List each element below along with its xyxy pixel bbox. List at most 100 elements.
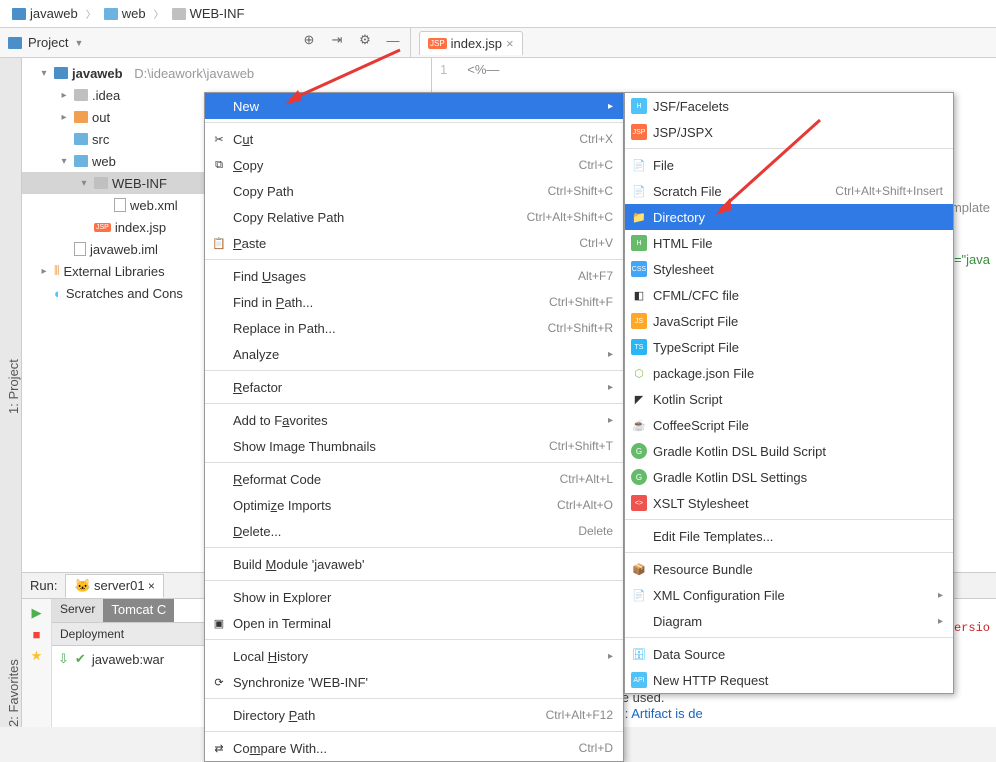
menu-thumbs[interactable]: Show Image ThumbnailsCtrl+Shift+T	[205, 433, 623, 459]
target-icon[interactable]: ⊕	[300, 32, 318, 48]
menu-findpath[interactable]: Find in Path...Ctrl+Shift+F	[205, 289, 623, 315]
menu-dirpath[interactable]: Directory PathCtrl+Alt+F12	[205, 702, 623, 728]
menu-cut[interactable]: ✂CutCtrl+X	[205, 126, 623, 152]
folder-icon	[172, 8, 186, 20]
tree-root[interactable]: ▾javaweb D:\ideawork\javaweb	[22, 62, 431, 84]
submenu-coffee[interactable]: ☕CoffeeScript File	[625, 412, 953, 438]
xml-icon: 📄	[631, 587, 647, 603]
submenu-diagram[interactable]: Diagram▸	[625, 608, 953, 634]
console-err: ersio	[954, 621, 990, 635]
menu-delete[interactable]: Delete...Delete	[205, 518, 623, 544]
coffee-icon: ☕	[631, 417, 647, 433]
submenu-gradle1[interactable]: GGradle Kotlin DSL Build Script	[625, 438, 953, 464]
check-icon: ✔	[75, 651, 86, 667]
jsp-icon: JSP	[631, 124, 647, 140]
run-gutter: ▶ ■ ★	[22, 599, 52, 727]
editor-tab[interactable]: JSP index.jsp ×	[419, 31, 523, 55]
run-config-tab[interactable]: 🐱 server01 ×	[65, 574, 163, 598]
folder-icon: 📁	[631, 209, 647, 225]
rerun-icon[interactable]: ▶	[32, 605, 42, 621]
menu-copyrel[interactable]: Copy Relative PathCtrl+Alt+Shift+C	[205, 204, 623, 230]
submenu-datasrc[interactable]: 🗄Data Source	[625, 641, 953, 667]
api-icon: API	[631, 672, 647, 688]
datasource-icon: 🗄	[631, 646, 647, 662]
menu-new[interactable]: New▸	[205, 93, 623, 119]
submenu-scratch[interactable]: 📄Scratch FileCtrl+Alt+Shift+Insert	[625, 178, 953, 204]
mark-icon[interactable]: ★	[31, 648, 43, 664]
new-submenu: HJSF/Facelets JSPJSP/JSPX 📄File 📄Scratch…	[624, 92, 954, 694]
server-tab[interactable]: Server	[52, 599, 103, 622]
submenu-http[interactable]: APINew HTTP Request	[625, 667, 953, 693]
submenu-ts[interactable]: TSTypeScript File	[625, 334, 953, 360]
menu-copy[interactable]: ⧉CopyCtrl+C	[205, 152, 623, 178]
breadcrumb-web[interactable]: web	[100, 4, 150, 23]
folder-icon	[74, 133, 88, 145]
menu-findusages[interactable]: Find UsagesAlt+F7	[205, 263, 623, 289]
folder-icon	[94, 177, 108, 189]
editor-fragment: mplate	[951, 200, 990, 216]
submenu-edittpl[interactable]: Edit File Templates...	[625, 523, 953, 549]
sync-icon: ⟳	[211, 674, 227, 690]
submenu-directory[interactable]: 📁Directory	[625, 204, 953, 230]
xslt-icon: <>	[631, 495, 647, 511]
gutter-favorites[interactable]: 2: Favorites	[6, 578, 21, 727]
tomcat-tab[interactable]: Tomcat C	[103, 599, 174, 622]
kotlin-icon: ◤	[631, 391, 647, 407]
breadcrumb-sep: 〉	[86, 6, 96, 21]
collapse-icon[interactable]: ⇥	[328, 32, 346, 48]
submenu-xmlcfg[interactable]: 📄XML Configuration File▸	[625, 582, 953, 608]
submenu-resource[interactable]: 📦Resource Bundle	[625, 556, 953, 582]
submenu-html[interactable]: HHTML File	[625, 230, 953, 256]
breadcrumb-webinf[interactable]: WEB-INF	[168, 4, 249, 23]
breadcrumb-bar: javaweb 〉 web 〉 WEB-INF	[0, 0, 996, 28]
submenu-kotlin[interactable]: ◤Kotlin Script	[625, 386, 953, 412]
submenu-jsf[interactable]: HJSF/Facelets	[625, 93, 953, 119]
menu-reformat[interactable]: Reformat CodeCtrl+Alt+L	[205, 466, 623, 492]
stop-icon[interactable]: ■	[33, 627, 41, 642]
submenu-pkg[interactable]: ⬡package.json File	[625, 360, 953, 386]
menu-analyze[interactable]: Analyze▸	[205, 341, 623, 367]
tomcat-icon: 🐱	[74, 578, 90, 593]
project-label-text: Project	[28, 35, 68, 50]
left-gutter-bottom[interactable]: 2: Favorites	[0, 572, 22, 727]
menu-addfav[interactable]: Add to Favorites▸	[205, 407, 623, 433]
breadcrumb-sep: 〉	[154, 6, 164, 21]
file-icon: 📄	[631, 157, 647, 173]
scissors-icon: ✂	[211, 131, 227, 147]
menu-copypath[interactable]: Copy PathCtrl+Shift+C	[205, 178, 623, 204]
menu-build[interactable]: Build Module 'javaweb'	[205, 551, 623, 577]
close-tab-icon[interactable]: ×	[506, 36, 514, 51]
minimize-icon[interactable]: —	[384, 33, 402, 48]
menu-replacepath[interactable]: Replace in Path...Ctrl+Shift+R	[205, 315, 623, 341]
module-icon	[54, 67, 68, 79]
breadcrumb-root[interactable]: javaweb	[8, 4, 82, 23]
submenu-cfml[interactable]: ◧CFML/CFC file	[625, 282, 953, 308]
css-icon: CSS	[631, 261, 647, 277]
jsf-icon: H	[631, 98, 647, 114]
folder-icon	[74, 111, 88, 123]
menu-explorer[interactable]: Show in Explorer	[205, 584, 623, 610]
npm-icon: ⬡	[631, 365, 647, 381]
menu-paste[interactable]: 📋PasteCtrl+V	[205, 230, 623, 256]
submenu-js[interactable]: JSJavaScript File	[625, 308, 953, 334]
project-icon	[8, 37, 22, 49]
menu-refactor[interactable]: Refactor▸	[205, 374, 623, 400]
submenu-xslt[interactable]: <>XSLT Stylesheet	[625, 490, 953, 516]
menu-history[interactable]: Local History▸	[205, 643, 623, 669]
library-icon: ⫴	[54, 263, 59, 279]
folder-icon	[74, 89, 88, 101]
paste-icon: 📋	[211, 235, 227, 251]
submenu-gradle2[interactable]: GGradle Kotlin DSL Settings	[625, 464, 953, 490]
submenu-jspx[interactable]: JSPJSP/JSPX	[625, 119, 953, 145]
menu-optimize[interactable]: Optimize ImportsCtrl+Alt+O	[205, 492, 623, 518]
js-icon: JS	[631, 313, 647, 329]
project-toolwindow-label[interactable]: Project ▼	[0, 28, 200, 57]
scratch-icon: ◐	[54, 286, 62, 301]
xml-icon	[114, 198, 126, 212]
menu-compare[interactable]: ⇄Compare With...Ctrl+D	[205, 735, 623, 761]
gear-icon[interactable]: ⚙	[356, 32, 374, 48]
submenu-css[interactable]: CSSStylesheet	[625, 256, 953, 282]
submenu-file[interactable]: 📄File	[625, 152, 953, 178]
menu-terminal[interactable]: ▣Open in Terminal	[205, 610, 623, 636]
menu-sync[interactable]: ⟳Synchronize 'WEB-INF'	[205, 669, 623, 695]
